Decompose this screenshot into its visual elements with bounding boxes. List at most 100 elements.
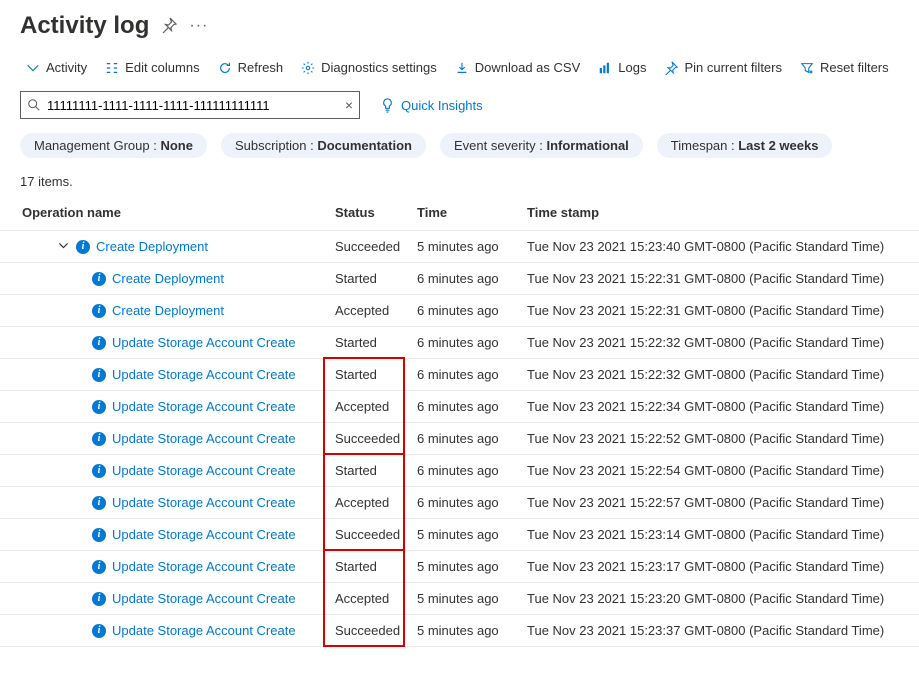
edit-columns-button[interactable]: Edit columns bbox=[105, 60, 199, 75]
status-cell: Accepted bbox=[327, 295, 409, 327]
time-cell: 6 minutes ago bbox=[409, 455, 519, 487]
timestamp-cell: Tue Nov 23 2021 15:23:17 GMT-0800 (Pacif… bbox=[519, 551, 919, 583]
download-button[interactable]: Download as CSV bbox=[455, 60, 581, 75]
timestamp-cell: Tue Nov 23 2021 15:23:14 GMT-0800 (Pacif… bbox=[519, 519, 919, 551]
chevron-down-icon bbox=[26, 61, 40, 75]
timestamp-cell: Tue Nov 23 2021 15:22:31 GMT-0800 (Pacif… bbox=[519, 263, 919, 295]
status-cell: Accepted bbox=[327, 391, 409, 423]
table-row[interactable]: i Update Storage Account Create Started6 m… bbox=[0, 359, 919, 391]
table-row[interactable]: i Update Storage Account Create Accepted5 … bbox=[0, 583, 919, 615]
filter-pill-timespan[interactable]: Timespan : Last 2 weeks bbox=[657, 133, 833, 158]
status-cell: Accepted bbox=[327, 583, 409, 615]
table-row[interactable]: i Create Deployment Succeeded5 minutes ago… bbox=[0, 231, 919, 263]
info-icon: i bbox=[92, 304, 106, 318]
gear-icon bbox=[301, 61, 315, 75]
more-icon[interactable]: ··· bbox=[189, 17, 208, 35]
clear-search-icon[interactable]: × bbox=[345, 97, 353, 113]
table-row[interactable]: iUpdate Storage Account CreateSucceeded5… bbox=[0, 519, 919, 551]
operation-name[interactable]: Update Storage Account Create bbox=[112, 335, 296, 350]
table-row[interactable]: iUpdate Storage Account CreateAccepted6 … bbox=[0, 391, 919, 423]
info-icon: i bbox=[92, 560, 106, 574]
search-input-wrapper[interactable]: × bbox=[20, 91, 360, 119]
operation-name[interactable]: Update Storage Account Create bbox=[112, 431, 296, 446]
activity-button[interactable]: Activity bbox=[26, 60, 87, 75]
operation-name[interactable]: Create Deployment bbox=[112, 303, 224, 318]
operation-name[interactable]: Update Storage Account Create bbox=[112, 559, 296, 574]
status-cell: Started bbox=[327, 359, 409, 391]
time-cell: 5 minutes ago bbox=[409, 231, 519, 263]
operation-name[interactable]: Update Storage Account Create bbox=[112, 367, 296, 382]
filter-reset-icon bbox=[800, 61, 814, 75]
info-icon: i bbox=[92, 624, 106, 638]
columns-icon bbox=[105, 61, 119, 75]
operation-name[interactable]: Create Deployment bbox=[112, 271, 224, 286]
download-icon bbox=[455, 61, 469, 75]
status-cell: Succeeded bbox=[327, 519, 409, 551]
status-cell: Started bbox=[327, 551, 409, 583]
logs-button[interactable]: Logs bbox=[598, 60, 646, 75]
filter-pill-management-group[interactable]: Management Group : None bbox=[20, 133, 207, 158]
table-row[interactable]: i Update Storage Account Create Started5 m… bbox=[0, 551, 919, 583]
status-cell: Succeeded bbox=[327, 231, 409, 263]
info-icon: i bbox=[92, 496, 106, 510]
operation-name[interactable]: Update Storage Account Create bbox=[112, 495, 296, 510]
pin-icon[interactable] bbox=[161, 17, 177, 36]
table-row[interactable]: iCreate DeploymentAccepted6 minutes agoT… bbox=[0, 295, 919, 327]
info-icon: i bbox=[92, 432, 106, 446]
time-cell: 6 minutes ago bbox=[409, 327, 519, 359]
table-row[interactable]: i Update Storage Account Create Started6 m… bbox=[0, 455, 919, 487]
operation-name[interactable]: Update Storage Account Create bbox=[112, 591, 296, 606]
time-cell: 6 minutes ago bbox=[409, 487, 519, 519]
operation-name[interactable]: Update Storage Account Create bbox=[112, 463, 296, 478]
time-cell: 5 minutes ago bbox=[409, 583, 519, 615]
status-cell: Accepted bbox=[327, 487, 409, 519]
quick-insights-button[interactable]: Quick Insights bbox=[380, 98, 483, 113]
refresh-button[interactable]: Refresh bbox=[218, 60, 284, 75]
time-cell: 5 minutes ago bbox=[409, 551, 519, 583]
status-cell: Started bbox=[327, 263, 409, 295]
status-cell: Succeeded bbox=[327, 423, 409, 455]
pin-filters-button[interactable]: Pin current filters bbox=[664, 60, 782, 75]
search-icon bbox=[27, 98, 41, 112]
info-icon: i bbox=[92, 592, 106, 606]
pin-icon bbox=[664, 61, 678, 75]
filter-pill-severity[interactable]: Event severity : Informational bbox=[440, 133, 643, 158]
time-cell: 6 minutes ago bbox=[409, 263, 519, 295]
filter-pill-subscription[interactable]: Subscription : Documentation bbox=[221, 133, 426, 158]
time-cell: 5 minutes ago bbox=[409, 519, 519, 551]
table-row[interactable]: iUpdate Storage Account CreateSucceeded6… bbox=[0, 423, 919, 455]
info-icon: i bbox=[92, 272, 106, 286]
time-cell: 5 minutes ago bbox=[409, 615, 519, 647]
operation-name[interactable]: Update Storage Account Create bbox=[112, 399, 296, 414]
table-row[interactable]: i Update Storage Account Create Accepted6 … bbox=[0, 487, 919, 519]
page-title: Activity log bbox=[20, 12, 149, 40]
info-icon: i bbox=[92, 464, 106, 478]
col-operation[interactable]: Operation name bbox=[0, 197, 327, 231]
time-cell: 6 minutes ago bbox=[409, 359, 519, 391]
search-input[interactable] bbox=[47, 98, 339, 113]
table-row[interactable]: i Update Storage Account Create Started6 m… bbox=[0, 327, 919, 359]
status-cell: Started bbox=[327, 455, 409, 487]
reset-filters-button[interactable]: Reset filters bbox=[800, 60, 889, 75]
diagnostics-button[interactable]: Diagnostics settings bbox=[301, 60, 437, 75]
col-time[interactable]: Time bbox=[409, 197, 519, 231]
timestamp-cell: Tue Nov 23 2021 15:22:32 GMT-0800 (Pacif… bbox=[519, 359, 919, 391]
timestamp-cell: Tue Nov 23 2021 15:23:20 GMT-0800 (Pacif… bbox=[519, 583, 919, 615]
time-cell: 6 minutes ago bbox=[409, 295, 519, 327]
logs-icon bbox=[598, 61, 612, 75]
info-icon: i bbox=[92, 336, 106, 350]
col-status[interactable]: Status bbox=[327, 197, 409, 231]
refresh-icon bbox=[218, 61, 232, 75]
expand-icon[interactable] bbox=[56, 239, 70, 254]
lightbulb-icon bbox=[380, 98, 395, 113]
operation-name[interactable]: Update Storage Account Create bbox=[112, 623, 296, 638]
info-icon: i bbox=[76, 240, 90, 254]
table-row[interactable]: iUpdate Storage Account CreateSucceeded5… bbox=[0, 615, 919, 647]
info-icon: i bbox=[92, 368, 106, 382]
timestamp-cell: Tue Nov 23 2021 15:22:57 GMT-0800 (Pacif… bbox=[519, 487, 919, 519]
operation-name[interactable]: Create Deployment bbox=[96, 239, 208, 254]
operation-name[interactable]: Update Storage Account Create bbox=[112, 527, 296, 542]
col-timestamp[interactable]: Time stamp bbox=[519, 197, 919, 231]
table-row[interactable]: i Create Deployment Started6 minutes agoTu… bbox=[0, 263, 919, 295]
status-cell: Started bbox=[327, 327, 409, 359]
